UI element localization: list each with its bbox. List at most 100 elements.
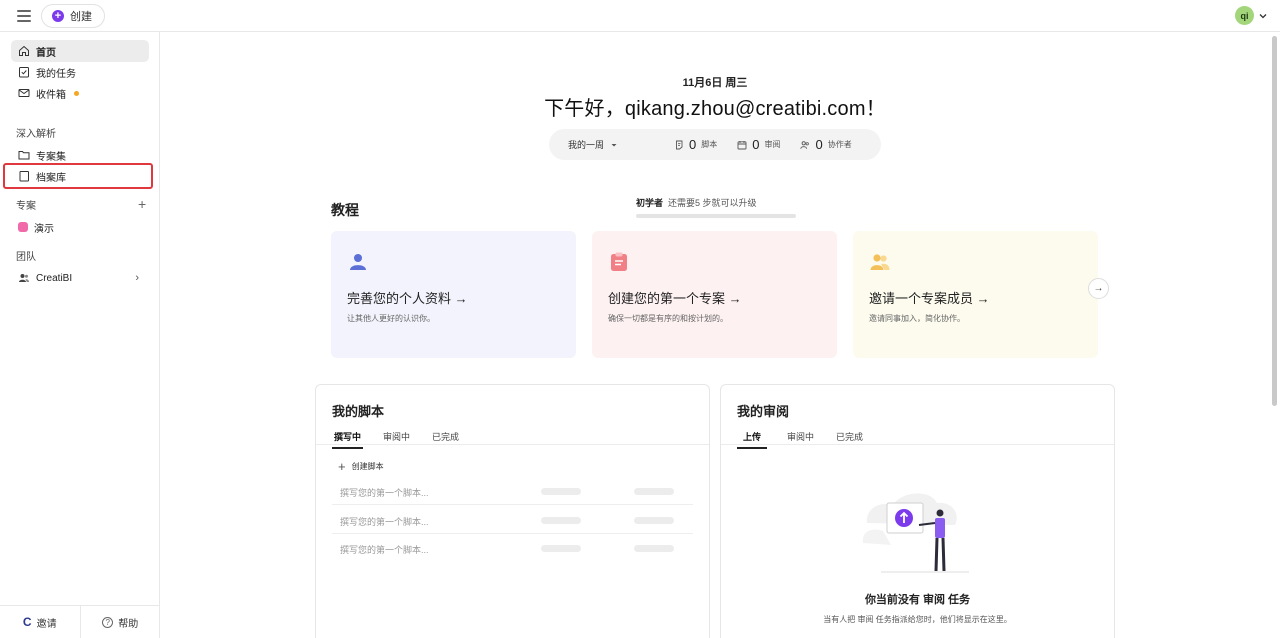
script-row[interactable]: 撰写您的第一个脚本... [332,477,693,505]
help-icon: ? [102,616,114,628]
panel-title: 我的审阅 [737,404,790,419]
period-select[interactable]: 我的一周 [568,138,654,151]
stat-value: 0 [815,137,823,152]
weekly-stats-bar: 我的一周 0 脚本 0 审阅 0 协作者 [549,129,881,160]
sidebar-item-inbox[interactable]: 收件箱 [11,82,149,104]
tutorial-card-profile[interactable]: 完善您的个人资料 → 让其他人更好的认识你。 [331,231,576,358]
stat-label: 审阅 [764,140,781,149]
stat-collaborators: 0 协作者 [800,137,852,152]
my-reviews-panel: 我的审阅 上传 审阅中 已完成 你当前没有 审阅 任务 当有人把 审阅 任务指派… [720,384,1115,638]
sidebar-item-label: CreatiBI [36,272,73,284]
invite-label: 邀请 [36,618,57,630]
sidebar-item-my-tasks[interactable]: 我的任务 [11,61,149,83]
divider [316,444,709,445]
empty-state-title: 你当前没有 审阅 任务 [864,594,971,606]
stat-value: 0 [689,137,697,152]
tab-in-review[interactable]: 审阅中 [381,430,412,449]
greeting-title: 下午好，qikang.zhou@creatibi.com！ [544,98,886,120]
arrow-right-icon: → [1093,283,1104,294]
level-name: 初学者 [636,198,664,208]
sidebar-item-label: 收件箱 [36,89,66,101]
skeleton-bar [541,517,581,524]
menu-icon[interactable] [17,10,31,22]
account-menu[interactable]: qi [1235,6,1268,25]
create-button-label: 创建 [70,11,92,23]
unread-badge [74,90,79,96]
script-icon [676,140,683,149]
collaborators-icon [800,140,810,149]
creatibi-logo-icon: C [22,615,32,629]
tab-completed[interactable]: 已完成 [430,430,461,449]
tutorial-card-invite[interactable]: 邀请一个专案成员 → 邀请同事加入，简化协作。 [853,231,1098,358]
clipboard-icon [611,252,627,271]
home-icon [19,45,29,56]
card-title: 创建您的第一个专案 → [608,291,742,306]
stat-scripts: 0 脚本 [674,137,717,152]
section-label-team: 团队 [16,252,36,263]
skeleton-bar [634,488,674,495]
user-icon [350,254,366,270]
skeleton-bar [634,545,674,552]
script-placeholder: 撰写您的第一个脚本... [340,488,429,498]
team-icon [870,254,890,270]
arrow-right-icon: → [454,291,468,306]
card-desc: 让其他人更好的认识你。 [347,314,435,323]
stat-label: 协作者 [827,140,852,149]
highlight-box [3,163,153,189]
invite-button[interactable]: C 邀请 [0,606,80,638]
sidebar-footer: C 邀请 ? 帮助 [0,605,160,638]
level-hint: 还需要5 步就可以升级 [668,198,757,208]
divider [721,444,1114,445]
folder-icon [18,151,30,160]
empty-state-illustration [862,493,969,573]
card-title: 完善您的个人资料 → [347,291,468,306]
scrollbar[interactable] [1272,36,1277,406]
plus-icon: + [338,458,346,474]
create-button[interactable]: + 创建 [41,4,105,28]
sidebar-item-label: 专案集 [36,151,66,163]
section-label-projects: 专案 [16,201,36,212]
chevron-down-icon [1259,13,1267,18]
script-placeholder: 撰写您的第一个脚本... [340,545,429,555]
stat-label: 脚本 [701,140,718,149]
tutorial-card-project[interactable]: 创建您的第一个专案 → 确保一切都是有序的和按计划的。 [592,231,837,358]
help-label: 帮助 [118,618,139,630]
arrow-right-icon: → [976,291,990,306]
add-project-button[interactable]: + [138,197,146,211]
stat-value: 0 [752,137,760,152]
script-row[interactable]: 撰写您的第一个脚本... [332,534,693,562]
chevron-right-icon: › [135,272,139,284]
skeleton-bar [541,545,581,552]
reviews-tabs: 上传 审阅中 已完成 [737,430,883,449]
help-button[interactable]: ? 帮助 [79,606,161,638]
caret-down-icon [611,143,617,146]
script-placeholder: 撰写您的第一个脚本... [340,517,429,527]
top-bar: + 创建 qi [0,0,1280,32]
tab-writing[interactable]: 撰写中 [332,430,364,449]
tab-upload[interactable]: 上传 [737,430,768,449]
sidebar: 首页 我的任务 收件箱 深入解析 专案集 档案库 专案 + 演示 团队 Crea… [0,32,160,638]
script-row[interactable]: 撰写您的第一个脚本... [332,506,693,534]
project-color-icon [18,222,28,232]
skeleton-bar [634,517,674,524]
card-title: 邀请一个专案成员 → [869,291,990,306]
current-date: 11月6日 周三 [682,77,748,89]
tab-in-review[interactable]: 审阅中 [785,430,816,449]
sidebar-item-home[interactable]: 首页 [11,40,149,62]
sidebar-item-team-creatibi[interactable]: CreatiBI › [11,267,149,289]
sidebar-item-project-demo[interactable]: 演示 [11,216,149,238]
carousel-next-button[interactable]: → [1088,278,1109,299]
card-desc: 确保一切都是有序的和按计划的。 [608,314,728,323]
panel-title: 我的脚本 [332,404,385,419]
stat-reviews: 0 审阅 [737,137,780,152]
level-status: 初学者 还需要5 步就可以升级 [636,196,757,209]
mail-icon [18,89,30,97]
avatar[interactable]: qi [1235,6,1254,25]
sidebar-item-label: 首页 [36,47,56,59]
create-script-button[interactable]: + 创建脚本 [338,458,384,474]
sidebar-item-label: 演示 [34,223,54,235]
people-icon [19,274,29,282]
section-label-insights: 深入解析 [16,129,56,140]
create-script-label: 创建脚本 [351,462,384,471]
tab-completed[interactable]: 已完成 [834,430,865,449]
